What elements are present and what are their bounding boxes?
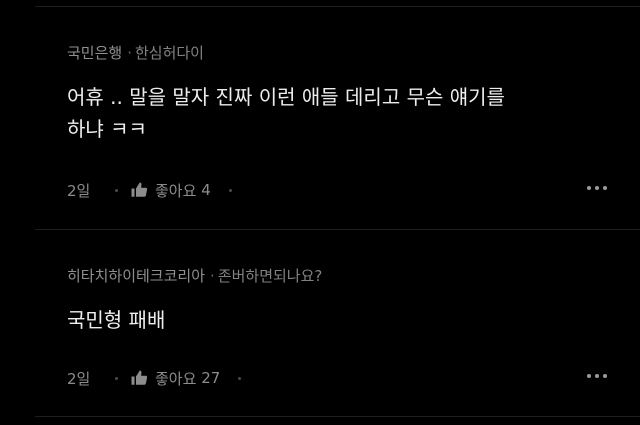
like-label[interactable]: 좋아요 [155,368,196,389]
action-separator [115,376,118,380]
action-separator [228,188,232,192]
comment-time: 2일 [67,369,91,388]
comment-author[interactable]: 국민은행 [67,44,122,62]
comment-time: 2일 [67,181,91,200]
thumbs-up-icon[interactable] [130,181,148,199]
comment-item: 국민은행 · 한심허다이 어휴 .. 말을 말자 진짜 이런 애들 데리고 무슨 얘… [67,43,640,145]
comment-text: 국민형 패배 [67,308,166,332]
comment-meta: 국민은행 · 한심허다이 [67,43,640,63]
top-divider [35,6,640,7]
action-separator [238,376,242,380]
comment-nickname: 한심허다이 [134,44,204,62]
comment-actions: 2일 좋아요 4 [67,178,627,202]
comment-divider [35,229,640,230]
action-separator [115,188,118,192]
more-horizontal-icon[interactable] [587,374,607,378]
thumbs-up-icon[interactable] [130,369,148,387]
comment-nickname: 존버하면되나요? [217,267,323,285]
meta-separator: · [127,44,132,62]
comment-meta: 히타치하이테크코리아 · 존버하면되나요? [67,266,640,286]
meta-separator: · [210,267,215,285]
like-label[interactable]: 좋아요 [155,180,196,201]
comment-actions: 2일 좋아요 27 [67,366,627,390]
comment-text: 어휴 .. 말을 말자 진짜 이런 애들 데리고 무슨 얘기를 하냐 ㅋㅋ [67,85,505,141]
like-count: 4 [201,181,211,199]
comment-divider [35,416,640,417]
like-count: 27 [201,369,221,387]
comment-author[interactable]: 히타치하이테크코리아 [67,267,205,285]
comment-item: 히타치하이테크코리아 · 존버하면되나요? 국민형 패배 [67,266,640,336]
more-horizontal-icon[interactable] [587,186,607,190]
